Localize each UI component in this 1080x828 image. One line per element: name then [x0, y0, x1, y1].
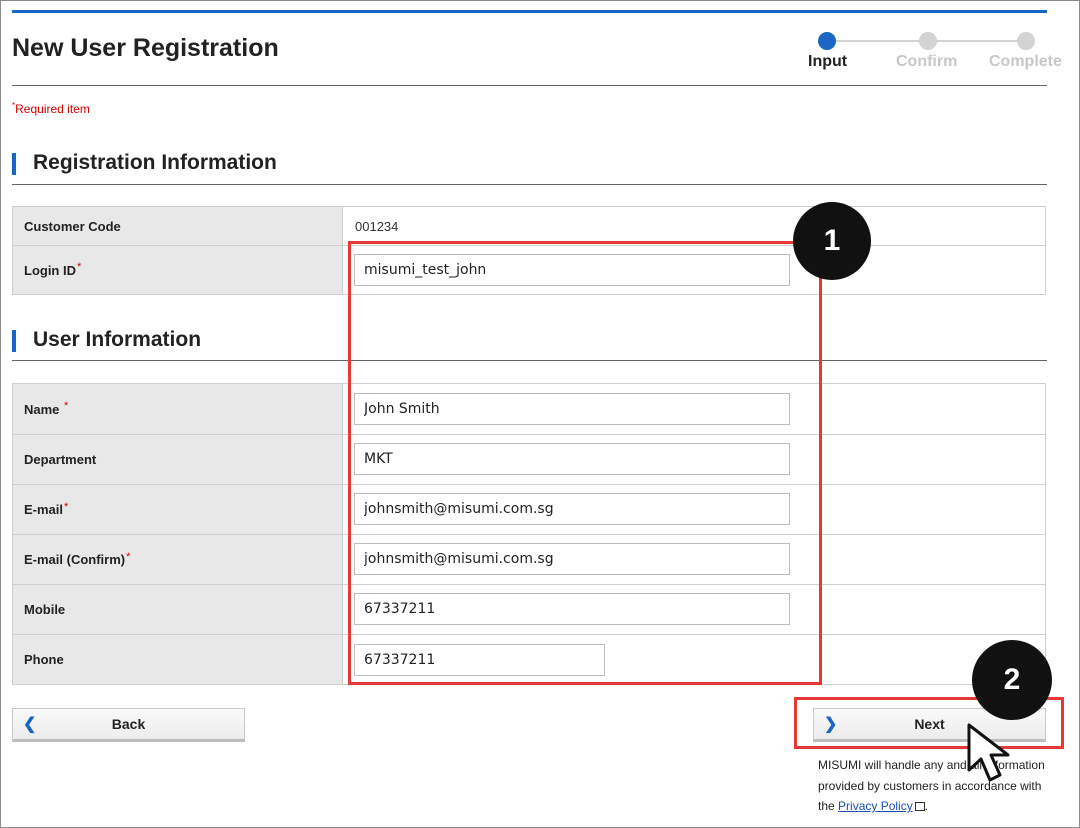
annotation-badge-2: 2: [972, 640, 1052, 720]
section-divider: [12, 184, 1047, 185]
external-link-icon: [914, 802, 925, 811]
page-title: New User Registration: [12, 34, 279, 62]
annotation-badge-1: 1: [793, 202, 871, 280]
department-label: Department: [13, 435, 343, 484]
required-item-note: *Required item: [12, 101, 90, 116]
email-confirm-label: E-mail (Confirm) *: [13, 535, 343, 584]
step-dot-complete: [1017, 32, 1035, 50]
mouse-cursor-icon: [967, 723, 1010, 782]
step-connector: [928, 40, 1026, 42]
email-label: E-mail *: [13, 485, 343, 534]
back-button-label: Back: [111, 716, 146, 732]
customer-code-value: 001234: [355, 218, 399, 234]
top-accent-bar: [12, 10, 1047, 13]
step-dot-confirm: [919, 32, 937, 50]
chevron-left-icon: ❮: [23, 716, 37, 733]
title-divider: [12, 85, 1047, 86]
back-button[interactable]: ❮ Back: [12, 708, 245, 742]
section-title-user: User Information: [12, 328, 201, 352]
phone-label: Phone: [13, 635, 343, 684]
step-label-complete: Complete: [989, 53, 1062, 70]
step-label-confirm: Confirm: [896, 53, 958, 70]
annotation-box-1: [348, 241, 822, 685]
mobile-label: Mobile: [13, 585, 343, 634]
login-id-label: Login ID *: [13, 246, 343, 294]
step-label-input: Input: [808, 53, 848, 70]
step-dot-input: [818, 32, 836, 50]
customer-code-row: Customer Code 001234: [12, 206, 1046, 245]
step-connector: [836, 40, 928, 42]
customer-code-label: Customer Code: [13, 207, 343, 245]
section-title-registration: Registration Information: [12, 151, 277, 175]
privacy-policy-link[interactable]: Privacy Policy: [838, 799, 913, 813]
name-label: Name *: [13, 384, 343, 434]
